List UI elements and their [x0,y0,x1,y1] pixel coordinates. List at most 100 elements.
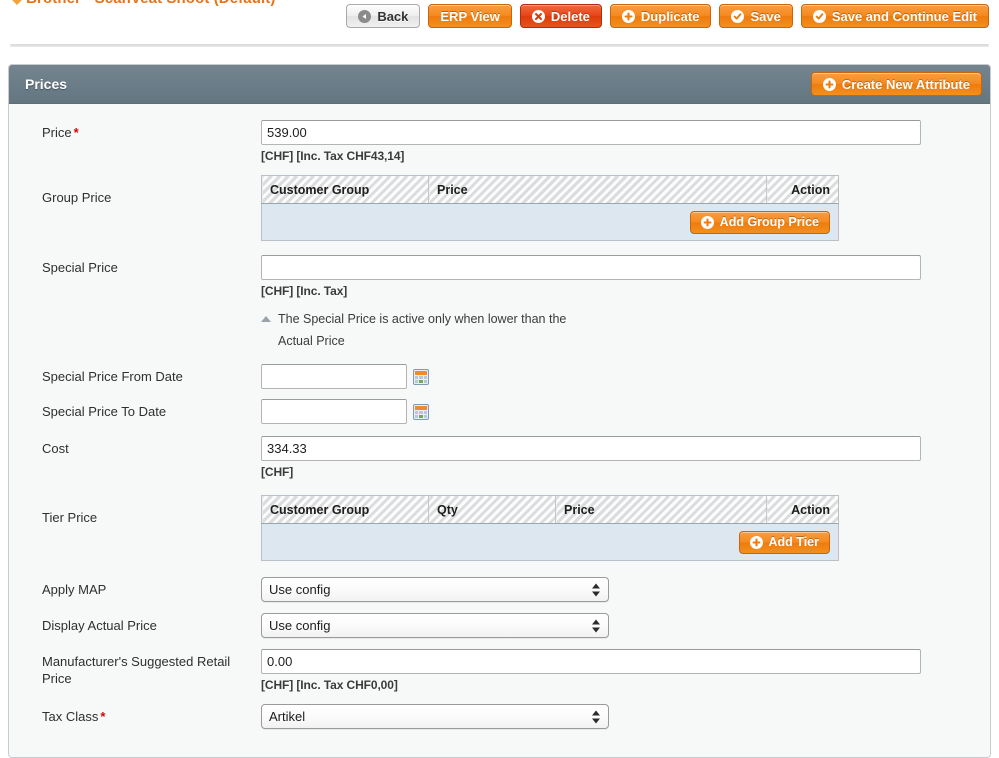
toolbar-divider [10,44,989,47]
special-price-tax-note: [CHF] [Inc. Tax] [261,284,990,298]
required-marker: * [100,709,105,724]
msrp-input[interactable] [261,649,921,674]
special-price-hint-line2: Actual Price [278,334,345,348]
special-price-from-input[interactable] [261,364,407,389]
back-circle-icon [358,10,371,23]
tier-price-col-customer-group[interactable]: Customer Group [262,496,429,524]
apply-map-label-text: Apply MAP [42,582,106,597]
tier-price-table: Customer Group Qty Price Action [261,495,839,561]
display-actual-price-label: Display Actual Price [9,613,261,634]
prices-panel-title: Prices [25,76,67,92]
price-label: Price* [9,120,261,141]
group-price-label-text: Group Price [42,190,111,205]
plus-circle-icon [823,78,836,91]
table-row: Add Tier [262,524,839,561]
msrp-tax-note: [CHF] [Inc. Tax CHF0,00] [261,678,990,692]
tier-price-col-qty[interactable]: Qty [429,496,556,524]
special-price-to-label: Special Price To Date [9,399,261,420]
apply-map-value: Use config [269,582,330,597]
cost-input[interactable] [261,436,921,461]
page-title-suffix: (Default) [214,0,276,7]
erp-view-button-label: ERP View [440,9,500,24]
table-header-row: Customer Group Qty Price Action [262,496,839,524]
group-price-label: Group Price [9,175,261,206]
field-row-msrp: Manufacturer's Suggested Retail Price [C… [9,649,990,692]
group-price-col-customer-group[interactable]: Customer Group [262,176,429,204]
add-tier-label: Add Tier [769,535,819,549]
field-row-apply-map: Apply MAP Use config [9,577,990,602]
page-title-sep: - [85,0,90,7]
special-price-input[interactable] [261,255,921,280]
prices-panel: Prices Create New Attribute Price* [CHF]… [8,64,991,758]
apply-map-label: Apply MAP [9,577,261,598]
tier-price-label: Tier Price [9,495,261,526]
field-row-tier-price: Tier Price Customer Group Qty Price Acti… [9,495,990,561]
check-circle-icon [813,10,826,23]
page-title-model: ScanVeat Shoot [95,0,210,7]
special-price-label-text: Special Price [42,260,118,275]
erp-view-button[interactable]: ERP View [428,4,512,28]
special-price-hint: The Special Price is active only when lo… [261,308,621,352]
apply-map-select[interactable]: Use config [261,577,609,602]
special-price-hint-text: The Special Price is active only when lo… [278,308,566,352]
tier-price-col-price[interactable]: Price [556,496,767,524]
tax-class-label: Tax Class* [9,704,261,725]
field-row-special-price-from: Special Price From Date [9,364,990,389]
prices-panel-header: Prices Create New Attribute [9,65,990,104]
field-row-display-actual-price: Display Actual Price Use config [9,613,990,638]
table-row: Add Group Price [262,204,839,241]
required-marker: * [74,125,79,140]
stepper-arrows-icon [592,583,600,596]
save-button[interactable]: Save [719,4,792,28]
stepper-arrows-icon [592,710,600,723]
calendar-icon[interactable] [413,404,429,420]
check-circle-icon [731,10,744,23]
group-price-add-cell: Add Group Price [262,204,839,241]
duplicate-button[interactable]: Duplicate [610,4,712,28]
special-price-hint-line1: The Special Price is active only when lo… [278,312,566,326]
price-label-text: Price [42,125,72,140]
stepper-arrows-icon [592,619,600,632]
special-price-to-input[interactable] [261,399,407,424]
field-row-price: Price* [CHF] [Inc. Tax CHF43,14] [9,120,990,163]
delete-button[interactable]: Delete [520,4,602,28]
create-new-attribute-label: Create New Attribute [842,77,970,92]
delete-button-label: Delete [551,9,590,24]
table-header-row: Customer Group Price Action [262,176,839,204]
plus-circle-icon [750,536,763,549]
cost-label: Cost [9,436,261,457]
field-row-special-price: Special Price [CHF] [Inc. Tax] The Speci… [9,255,990,352]
msrp-label-line1: Manufacturer's Suggested Retail [42,654,230,669]
create-new-attribute-button[interactable]: Create New Attribute [811,72,982,96]
tax-class-value: Artikel [269,709,305,724]
group-price-col-price[interactable]: Price [429,176,767,204]
special-price-label: Special Price [9,255,261,276]
special-price-from-label-text: Special Price From Date [42,369,183,384]
page-title: ◆Brother - ScanVeat Shoot (Default) [12,0,275,7]
add-group-price-label: Add Group Price [720,215,819,229]
save-and-continue-edit-button-label: Save and Continue Edit [832,9,977,24]
warning-triangle-icon [261,316,271,322]
back-button-label: Back [377,9,408,24]
back-button[interactable]: Back [346,4,420,28]
calendar-icon[interactable] [413,369,429,385]
group-price-col-action: Action [767,176,839,204]
add-tier-button[interactable]: Add Tier [739,531,830,554]
msrp-label: Manufacturer's Suggested Retail Price [9,649,261,687]
price-tax-note: [CHF] [Inc. Tax CHF43,14] [261,149,990,163]
field-row-group-price: Group Price Customer Group Price Action [9,175,990,241]
duplicate-button-label: Duplicate [641,9,700,24]
display-actual-price-select[interactable]: Use config [261,613,609,638]
tax-class-select[interactable]: Artikel [261,704,609,729]
plus-circle-icon [622,10,635,23]
msrp-label-line2: Price [42,671,72,686]
price-input[interactable] [261,120,921,145]
cost-currency-note: [CHF] [261,465,990,479]
display-actual-price-label-text: Display Actual Price [42,618,157,633]
toolbar-buttons: Back ERP View Delete Duplicate [346,4,989,28]
page-header: ◆Brother - ScanVeat Shoot (Default) Back… [0,0,999,36]
field-row-tax-class: Tax Class* Artikel [9,704,990,729]
add-group-price-button[interactable]: Add Group Price [690,211,830,234]
group-price-table: Customer Group Price Action [261,175,839,241]
save-and-continue-edit-button[interactable]: Save and Continue Edit [801,4,989,28]
